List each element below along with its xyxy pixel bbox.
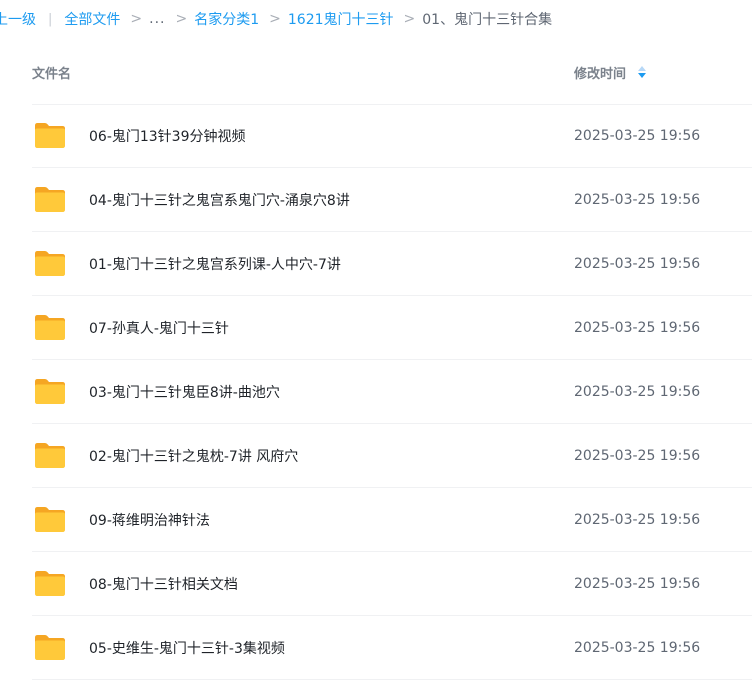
folder-icon xyxy=(34,378,66,405)
file-name[interactable]: 06-鬼门13针39分钟视频 xyxy=(89,126,246,146)
table-row[interactable]: 04-鬼门十三针之鬼宫系鬼门穴-涌泉穴8讲 2025-03-25 19:56 xyxy=(32,168,752,232)
file-list: 06-鬼门13针39分钟视频 2025-03-25 19:56 04-鬼门十三针… xyxy=(32,104,752,680)
sort-asc-arrow xyxy=(638,66,647,71)
file-name[interactable]: 03-鬼门十三针鬼臣8讲-曲池穴 xyxy=(89,382,280,402)
file-list-header: 文件名 修改时间 xyxy=(32,40,752,105)
file-modified-time: 2025-03-25 19:56 xyxy=(574,255,701,272)
column-header-name[interactable]: 文件名 xyxy=(32,63,71,82)
file-name[interactable]: 09-蒋维明治神针法 xyxy=(89,510,210,530)
file-name[interactable]: 04-鬼门十三针之鬼宫系鬼门穴-涌泉穴8讲 xyxy=(89,190,350,210)
file-modified-time: 2025-03-25 19:56 xyxy=(574,127,701,144)
folder-icon xyxy=(34,314,66,341)
breadcrumb: 上一级 | 全部文件 > ... > 名家分类1 > 1621鬼门十三针 > 0… xyxy=(0,0,552,38)
file-modified-time: 2025-03-25 19:56 xyxy=(574,319,701,336)
folder-icon xyxy=(34,442,66,469)
table-row[interactable]: 01-鬼门十三针之鬼宫系列课-人中穴-7讲 2025-03-25 19:56 xyxy=(32,232,752,296)
folder-icon xyxy=(34,570,66,597)
file-name[interactable]: 07-孙真人-鬼门十三针 xyxy=(89,318,229,338)
table-row[interactable]: 09-蒋维明治神针法 2025-03-25 19:56 xyxy=(32,488,752,552)
file-name[interactable]: 05-史维生-鬼门十三针-3集视频 xyxy=(89,638,285,658)
breadcrumb-back-link[interactable]: 上一级 xyxy=(0,9,36,29)
folder-icon xyxy=(34,186,66,213)
sort-icon[interactable] xyxy=(638,66,647,78)
column-header-time-label: 修改时间 xyxy=(574,66,627,82)
table-row[interactable]: 03-鬼门十三针鬼臣8讲-曲池穴 2025-03-25 19:56 xyxy=(32,360,752,424)
breadcrumb-chevron: > xyxy=(269,11,281,27)
file-modified-time: 2025-03-25 19:56 xyxy=(574,575,701,592)
file-modified-time: 2025-03-25 19:56 xyxy=(574,511,701,528)
breadcrumb-level1-link[interactable]: 名家分类1 xyxy=(194,9,259,29)
folder-icon xyxy=(34,122,66,149)
sort-desc-arrow xyxy=(638,73,647,78)
breadcrumb-all-files-link[interactable]: 全部文件 xyxy=(64,9,120,29)
table-row[interactable]: 06-鬼门13针39分钟视频 2025-03-25 19:56 xyxy=(32,104,752,168)
table-row[interactable]: 05-史维生-鬼门十三针-3集视频 2025-03-25 19:56 xyxy=(32,616,752,680)
breadcrumb-current: 01、鬼门十三针合集 xyxy=(422,12,553,28)
breadcrumb-level2-link[interactable]: 1621鬼门十三针 xyxy=(288,9,394,29)
breadcrumb-chevron: > xyxy=(130,11,143,27)
table-row[interactable]: 07-孙真人-鬼门十三针 2025-03-25 19:56 xyxy=(32,296,752,360)
file-modified-time: 2025-03-25 19:56 xyxy=(574,383,701,400)
file-name[interactable]: 08-鬼门十三针相关文档 xyxy=(89,574,238,594)
folder-icon xyxy=(34,506,66,533)
file-modified-time: 2025-03-25 19:56 xyxy=(574,447,701,464)
file-modified-time: 2025-03-25 19:56 xyxy=(574,191,701,208)
breadcrumb-ellipsis[interactable]: ... xyxy=(149,11,165,27)
breadcrumb-chevron: > xyxy=(403,11,416,27)
column-header-time[interactable]: 修改时间 xyxy=(574,63,647,82)
folder-icon xyxy=(34,634,66,661)
table-row[interactable]: 02-鬼门十三针之鬼枕-7讲 风府穴 2025-03-25 19:56 xyxy=(32,424,752,488)
breadcrumb-chevron: > xyxy=(175,11,188,27)
file-name[interactable]: 02-鬼门十三针之鬼枕-7讲 风府穴 xyxy=(89,446,298,466)
table-row[interactable]: 08-鬼门十三针相关文档 2025-03-25 19:56 xyxy=(32,552,752,616)
file-modified-time: 2025-03-25 19:56 xyxy=(574,639,701,656)
folder-icon xyxy=(34,250,66,277)
breadcrumb-separator: | xyxy=(48,11,53,27)
file-name[interactable]: 01-鬼门十三针之鬼宫系列课-人中穴-7讲 xyxy=(89,254,341,274)
